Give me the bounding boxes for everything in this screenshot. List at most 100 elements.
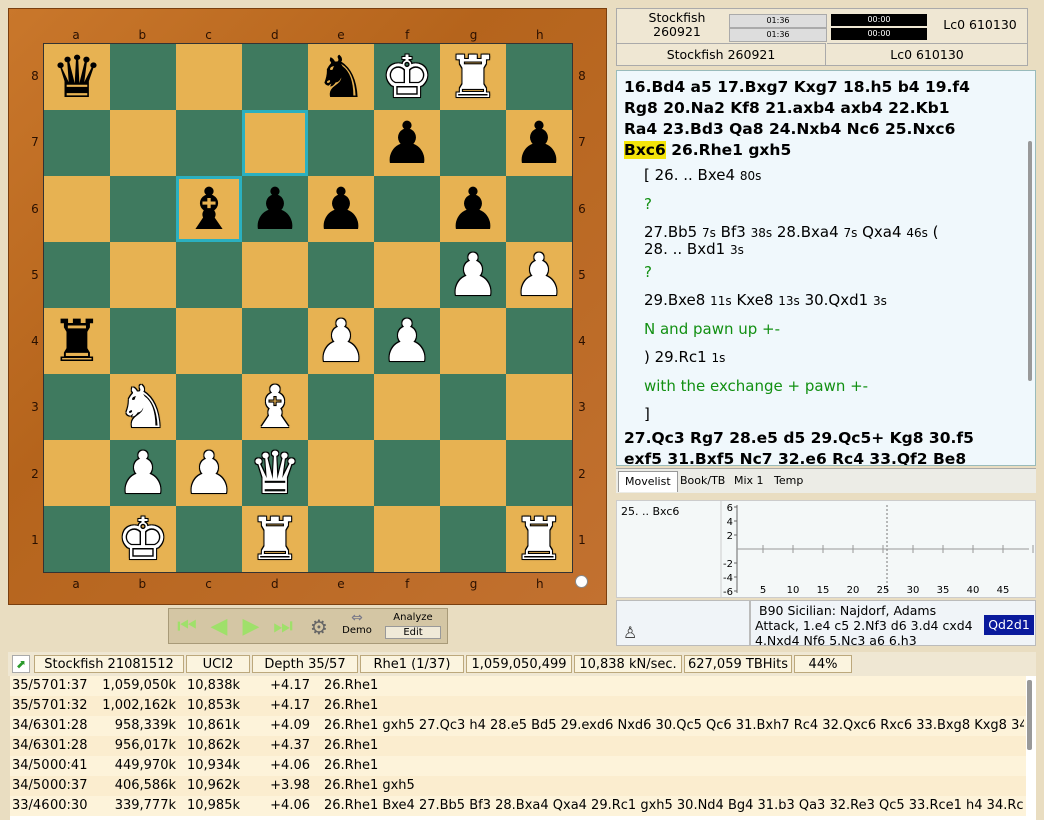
- square-h3[interactable]: [506, 374, 572, 440]
- main-line[interactable]: exf5 31.Bxf5 Nc7 32.e6 Rc4 33.Qf2 Be8: [624, 449, 1021, 465]
- white-queen-icon[interactable]: ♛: [249, 444, 301, 502]
- pv-row[interactable]: 34/50 00:41 449,970k 10,934k +4.06 26.Rhe1: [10, 756, 1026, 776]
- square-g4[interactable]: [440, 308, 506, 374]
- square-e8[interactable]: ♞: [308, 44, 374, 110]
- black-pawn-icon[interactable]: ♟: [315, 180, 367, 238]
- square-h6[interactable]: [506, 176, 572, 242]
- white-pawn-icon[interactable]: ♟: [117, 444, 169, 502]
- square-f3[interactable]: [374, 374, 440, 440]
- square-d1[interactable]: ♜: [242, 506, 308, 572]
- white-rook-icon[interactable]: ♜: [513, 510, 565, 568]
- square-a5[interactable]: [44, 242, 110, 308]
- square-h4[interactable]: [506, 308, 572, 374]
- square-e4[interactable]: ♟: [308, 308, 374, 374]
- last-move-button[interactable]: ⏭: [271, 615, 295, 639]
- variation-move[interactable]: Kxe8: [736, 291, 773, 309]
- engine-output-list[interactable]: 35/57 01:37 1,059,050k 10,838k +4.17 26.Rhe1 3…: [10, 676, 1036, 820]
- square-g2[interactable]: [440, 440, 506, 506]
- square-f7[interactable]: ♟: [374, 110, 440, 176]
- variation-move[interactable]: 28.Bxa4: [777, 223, 839, 241]
- square-g6[interactable]: ♟: [440, 176, 506, 242]
- square-b6[interactable]: [110, 176, 176, 242]
- main-line[interactable]: Ra4 23.Bd3 Qa8 24.Nxb4 Nc6 25.Nxc6: [624, 119, 1021, 140]
- tab-temp[interactable]: Temp: [768, 471, 809, 491]
- white-pawn-icon[interactable]: ♟: [381, 312, 433, 370]
- square-e2[interactable]: [308, 440, 374, 506]
- white-bishop-icon[interactable]: ♝: [249, 378, 301, 436]
- variation-move[interactable]: Qxa4: [862, 223, 901, 241]
- white-pawn-icon[interactable]: ♟: [315, 312, 367, 370]
- tab-mix-1[interactable]: Mix 1: [728, 471, 770, 491]
- square-b4[interactable]: [110, 308, 176, 374]
- main-line[interactable]: Rg8 20.Na2 Kf8 21.axb4 axb4 22.Kb1: [624, 98, 1021, 119]
- variation-move[interactable]: 29.Bxe8: [644, 291, 705, 309]
- square-f5[interactable]: [374, 242, 440, 308]
- main-line[interactable]: Bxc6 26.Rhe1 gxh5: [624, 140, 1021, 161]
- square-c4[interactable]: [176, 308, 242, 374]
- black-knight-icon[interactable]: ♞: [315, 48, 367, 106]
- square-g8[interactable]: ♜: [440, 44, 506, 110]
- black-pawn-icon[interactable]: ♟: [249, 180, 301, 238]
- pv-row[interactable]: 34/63 01:28 956,017k 10,862k +4.37 26.Rhe1: [10, 736, 1026, 756]
- square-b5[interactable]: [110, 242, 176, 308]
- square-b1[interactable]: ♚: [110, 506, 176, 572]
- square-e1[interactable]: [308, 506, 374, 572]
- variation-move[interactable]: ) 29.Rc1: [644, 348, 707, 366]
- variation-move[interactable]: 27.Bb5: [644, 223, 697, 241]
- white-pawn-icon[interactable]: ♟: [183, 444, 235, 502]
- square-b7[interactable]: [110, 110, 176, 176]
- movelist-panel[interactable]: 16.Bd4 a5 17.Bxg7 Kxg7 18.h5 b4 19.f4 Rg…: [616, 70, 1036, 466]
- black-pawn-icon[interactable]: ♟: [381, 114, 433, 172]
- black-rook-icon[interactable]: ♜: [51, 312, 103, 370]
- pv-row[interactable]: 34/50 00:37 406,586k 10,962k +3.98 26.Rhe1 gx…: [10, 776, 1026, 796]
- demo-button[interactable]: ⇔ Demo: [339, 611, 375, 643]
- square-h7[interactable]: ♟: [506, 110, 572, 176]
- variation-line[interactable]: [ 26. .. Bxe4 80s: [624, 161, 1021, 190]
- square-c1[interactable]: [176, 506, 242, 572]
- square-c2[interactable]: ♟: [176, 440, 242, 506]
- white-pawn-icon[interactable]: ♟: [513, 246, 565, 304]
- square-g1[interactable]: [440, 506, 506, 572]
- square-b2[interactable]: ♟: [110, 440, 176, 506]
- white-rook-icon[interactable]: ♜: [447, 48, 499, 106]
- square-a2[interactable]: [44, 440, 110, 506]
- square-a1[interactable]: [44, 506, 110, 572]
- square-c5[interactable]: [176, 242, 242, 308]
- pv-row[interactable]: 33/46 00:30 339,777k 10,985k +4.06 26.Rhe1 Bx…: [10, 796, 1026, 816]
- main-line[interactable]: 27.Qc3 Rg7 28.e5 d5 29.Qc5+ Kg8 30.f5: [624, 428, 1021, 449]
- black-queen-icon[interactable]: ♛: [51, 48, 103, 106]
- square-e5[interactable]: [308, 242, 374, 308]
- square-a7[interactable]: [44, 110, 110, 176]
- tab-movelist[interactable]: Movelist: [618, 471, 678, 492]
- square-f8[interactable]: ♚: [374, 44, 440, 110]
- pv-row[interactable]: 35/57 01:32 1,002,162k 10,853k +4.17 26.Rhe1: [10, 696, 1026, 716]
- square-g3[interactable]: [440, 374, 506, 440]
- white-knight-icon[interactable]: ♞: [117, 378, 169, 436]
- square-h1[interactable]: ♜: [506, 506, 572, 572]
- variation-move[interactable]: Bf3: [721, 223, 746, 241]
- square-f1[interactable]: [374, 506, 440, 572]
- settings-button[interactable]: ⚙: [307, 615, 331, 639]
- square-d2[interactable]: ♛: [242, 440, 308, 506]
- square-e6[interactable]: ♟: [308, 176, 374, 242]
- variation-line[interactable]: 29.Bxe8 11s Kxe8 13s 30.Qxd1 3s: [624, 286, 1021, 315]
- engine-toggle-button[interactable]: ⬈: [12, 655, 30, 673]
- analyze-button[interactable]: Analyze: [383, 611, 443, 625]
- square-g7[interactable]: [440, 110, 506, 176]
- first-move-button[interactable]: ⏮: [175, 615, 199, 639]
- pv-row[interactable]: 34/63 01:28 958,339k 10,861k +4.09 26.Rhe1 gx…: [10, 716, 1026, 736]
- variation-move[interactable]: [ 26. .. Bxe4: [644, 166, 735, 184]
- evaluation-graph-panel[interactable]: 25. .. Bxc6 6 4 2 -2 -4 -6 5 10 15 20 25 30 35 40 45: [616, 500, 1036, 598]
- square-d6[interactable]: ♟: [242, 176, 308, 242]
- edit-button[interactable]: Edit: [385, 626, 441, 639]
- square-a3[interactable]: [44, 374, 110, 440]
- square-a8[interactable]: ♛: [44, 44, 110, 110]
- next-move-button[interactable]: ▶: [239, 615, 263, 639]
- square-a4[interactable]: ♜: [44, 308, 110, 374]
- square-f2[interactable]: [374, 440, 440, 506]
- square-g5[interactable]: ♟: [440, 242, 506, 308]
- square-h8[interactable]: [506, 44, 572, 110]
- square-d8[interactable]: [242, 44, 308, 110]
- variation-move[interactable]: 30.Qxd1: [805, 291, 869, 309]
- square-b8[interactable]: [110, 44, 176, 110]
